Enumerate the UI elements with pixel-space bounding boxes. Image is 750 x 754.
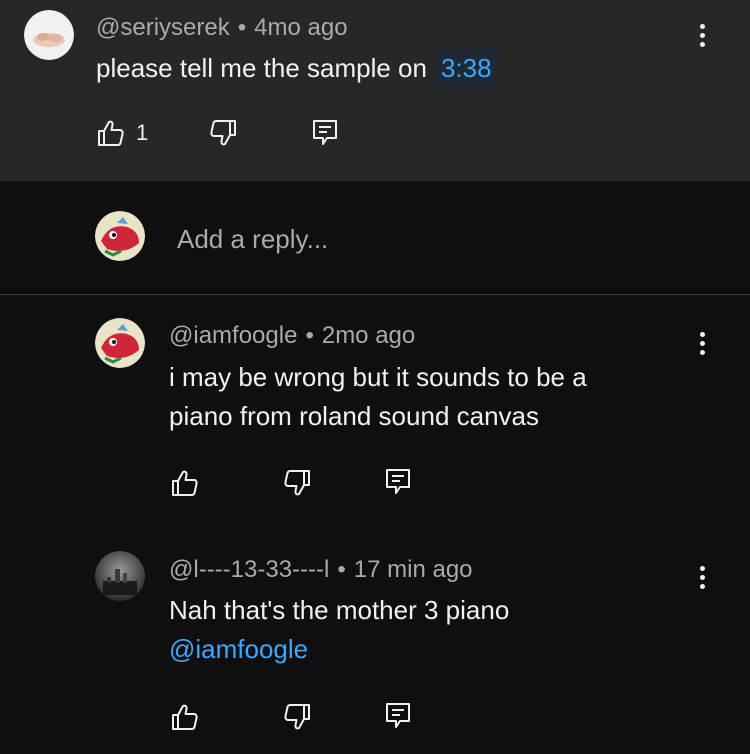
comment-text: please tell me the sample on 3:38 xyxy=(96,48,498,88)
comment-text: Nah that's the mother 3 piano xyxy=(169,595,510,625)
avatar[interactable] xyxy=(95,318,145,368)
comment-meta: @iamfoogle • 2mo ago xyxy=(169,322,416,349)
comment-time: 2mo ago xyxy=(321,322,416,349)
more-options-button[interactable] xyxy=(692,562,712,592)
comment-time: 17 min ago xyxy=(353,556,473,583)
author-name[interactable]: @l----13-33----l xyxy=(169,556,329,583)
more-options-button[interactable] xyxy=(692,20,712,50)
avatar[interactable] xyxy=(95,551,145,601)
thumbs-down-icon[interactable] xyxy=(208,118,238,148)
avatar[interactable] xyxy=(24,10,74,60)
mention-link[interactable]: @iamfoogle xyxy=(169,629,308,669)
reply-comment-icon[interactable] xyxy=(383,466,413,496)
comment-thread: @seriyserek • 4mo ago please tell me the s… xyxy=(0,0,750,754)
comment-time: 4mo ago xyxy=(254,14,348,41)
thumbs-down-icon[interactable] xyxy=(282,702,312,732)
author-name[interactable]: @iamfoogle xyxy=(169,322,297,349)
comment-meta: @l----13-33----l • 17 min ago xyxy=(169,556,473,583)
reply-comment-icon[interactable] xyxy=(310,117,340,147)
thumbs-up-icon[interactable] xyxy=(96,118,126,148)
comment-meta: @seriyserek • 4mo ago xyxy=(96,14,348,41)
reply-input[interactable]: Add a reply... xyxy=(177,224,328,255)
current-user-avatar xyxy=(95,211,145,261)
author-name[interactable]: @seriyserek xyxy=(96,14,230,41)
thumbs-down-icon[interactable] xyxy=(282,468,312,498)
comment-text-content: please tell me the sample on xyxy=(96,53,427,83)
thumbs-up-icon[interactable] xyxy=(170,468,200,498)
like-count: 1 xyxy=(136,120,149,145)
reply-comment-icon[interactable] xyxy=(383,700,413,730)
divider xyxy=(0,294,750,295)
top-comment: @seriyserek • 4mo ago please tell me the s… xyxy=(0,0,750,181)
timestamp-link[interactable]: 3:38 xyxy=(434,48,498,88)
comment-text: i may be wrong but it sounds to be a xyxy=(169,362,587,392)
more-options-button[interactable] xyxy=(692,328,712,358)
comment-text: piano from roland sound canvas xyxy=(169,401,540,431)
thumbs-up-icon[interactable] xyxy=(170,702,200,732)
